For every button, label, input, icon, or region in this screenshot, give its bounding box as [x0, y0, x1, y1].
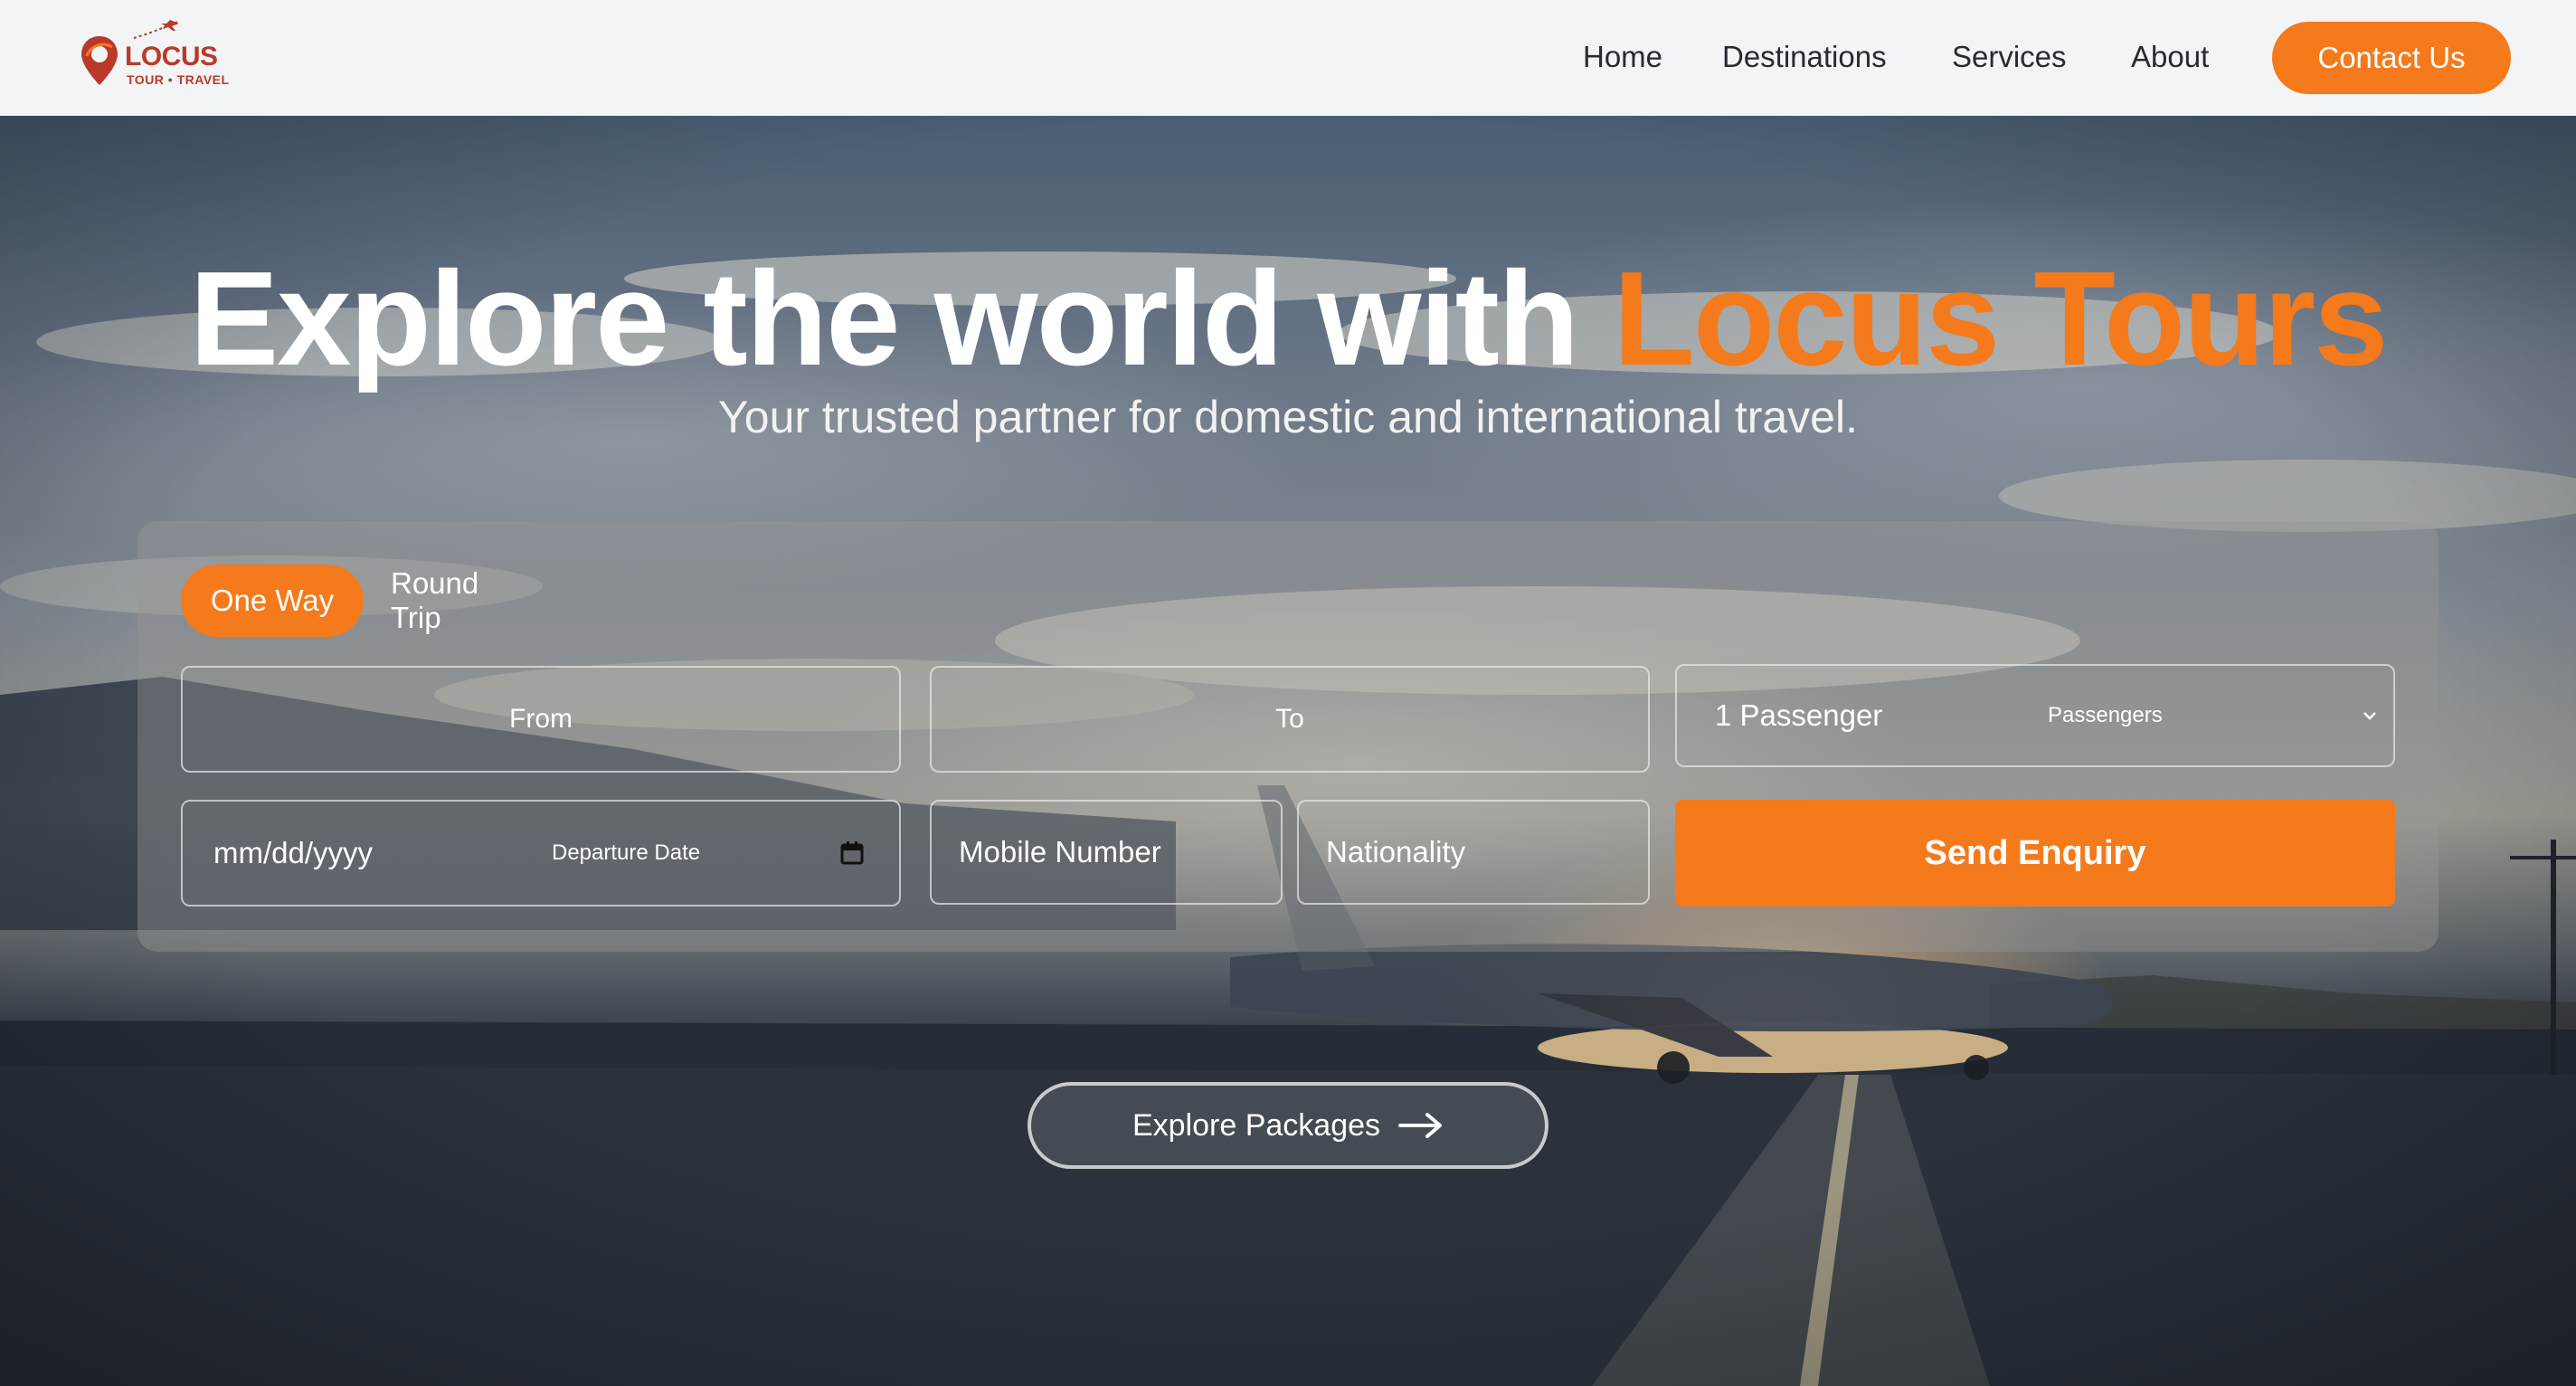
to-placeholder: To: [1275, 704, 1304, 734]
mobile-number-input[interactable]: Mobile Number: [930, 800, 1283, 905]
nav-services[interactable]: Services: [1952, 40, 2067, 74]
nav-about[interactable]: About: [2131, 40, 2209, 74]
departure-date-input[interactable]: mm/dd/yyyy Departure Date: [181, 800, 901, 907]
nav-destinations[interactable]: Destinations: [1722, 40, 1887, 74]
brand-tagline: TOUR • TRAVEL: [127, 72, 230, 87]
nationality-placeholder: Nationality: [1326, 835, 1466, 869]
mobile-placeholder: Mobile Number: [959, 835, 1161, 869]
headline-prefix: Explore the world with: [189, 244, 1614, 394]
tab-round-trip[interactable]: Round Trip: [391, 565, 535, 637]
explore-packages-button[interactable]: Explore Packages: [1028, 1082, 1548, 1169]
chevron-down-icon: [2363, 712, 2376, 720]
departure-date-label: Departure Date: [552, 840, 701, 865]
send-enquiry-button[interactable]: Send Enquiry: [1675, 800, 2395, 907]
date-value: mm/dd/yyyy: [213, 836, 374, 869]
location-pin-icon: [81, 36, 118, 85]
brand-logo[interactable]: LOCUS TOUR • TRAVEL: [76, 18, 239, 101]
passengers-select[interactable]: 1 Passenger Passengers: [1675, 664, 2395, 767]
nationality-input[interactable]: Nationality: [1297, 800, 1650, 905]
hero-headline: Explore the world with Locus Tours: [0, 242, 2576, 396]
arrow-right-icon: [1398, 1113, 1443, 1138]
headline-accent: Locus Tours: [1613, 244, 2388, 394]
contact-us-button[interactable]: Contact Us: [2272, 22, 2511, 94]
calendar-icon[interactable]: [839, 840, 865, 866]
explore-packages-label: Explore Packages: [1132, 1107, 1381, 1143]
brand-name: LOCUS: [125, 42, 218, 71]
passengers-label: Passengers: [2048, 703, 2163, 727]
from-input[interactable]: From: [181, 666, 901, 773]
tab-one-way[interactable]: One Way: [181, 565, 364, 637]
from-placeholder: From: [509, 704, 573, 734]
hero-subtitle: Your trusted partner for domestic and in…: [718, 392, 1858, 442]
passengers-value: 1 Passenger: [1715, 698, 1883, 732]
to-input[interactable]: To: [930, 666, 1650, 773]
booking-panel: One Way Round Trip From To 1 Passenger P…: [137, 521, 2439, 952]
site-header: LOCUS TOUR • TRAVEL Home Destinations Se…: [0, 0, 2576, 116]
nav-home[interactable]: Home: [1583, 40, 1662, 74]
